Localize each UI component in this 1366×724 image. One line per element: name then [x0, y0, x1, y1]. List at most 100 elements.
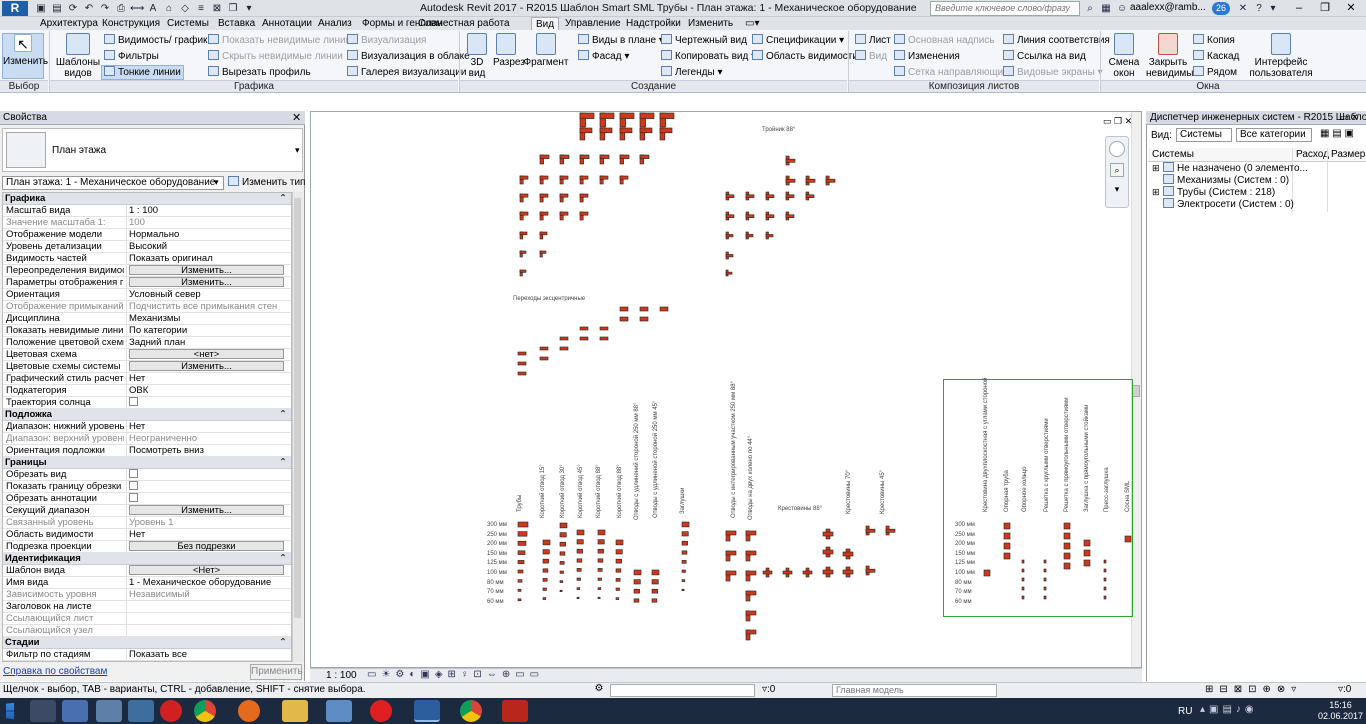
notification-badge[interactable]: 26 — [1212, 2, 1231, 15]
property-edit-button[interactable]: <Нет> — [129, 565, 284, 575]
text-icon[interactable]: A — [146, 2, 160, 15]
property-value[interactable]: Условный север — [126, 289, 291, 300]
close-hidden-button[interactable]: Закрыть невидимые — [1146, 33, 1199, 79]
tab-7[interactable]: Совместная работа — [414, 17, 514, 30]
tab-4[interactable]: Аннотации — [258, 17, 316, 30]
property-value[interactable]: Нормально — [126, 229, 291, 240]
revit-app-icon[interactable] — [414, 700, 440, 722]
type-selector[interactable] — [2, 128, 303, 172]
view-control-icons[interactable]: ▭☀⚙◐▣◈⊞♀⊡⇔⊕▭▭ — [367, 669, 544, 680]
tab-9[interactable]: Управление — [561, 17, 625, 30]
firefox-app-icon[interactable] — [238, 700, 260, 722]
minimize-ribbon-icon[interactable]: ▭▾ — [745, 17, 759, 30]
chrome-app-icon[interactable] — [194, 700, 216, 722]
property-value[interactable]: Нет — [126, 373, 291, 384]
instance-filter-select[interactable]: План этажа: 1 - Механическое оборудовани… — [2, 176, 224, 190]
exchange-icon[interactable]: ✕ — [1236, 2, 1250, 15]
close-hidden-icon[interactable]: ⊠ — [210, 2, 224, 15]
chrome-app-icon[interactable] — [460, 700, 482, 722]
callout-button[interactable]: Фрагмент — [523, 33, 569, 68]
minimize-button[interactable]: – — [1290, 1, 1308, 16]
show-hidden-button[interactable]: Показать невидимые линии — [208, 34, 351, 47]
property-group[interactable]: Идентификация ⌃ — [3, 553, 291, 565]
render-cloud-button[interactable]: Визуализация в облаке — [347, 50, 470, 63]
tab-5[interactable]: Анализ — [314, 17, 356, 30]
property-value[interactable]: Изменить... — [126, 505, 291, 516]
close-icon[interactable]: ✕ — [292, 111, 301, 125]
workset-select[interactable] — [610, 684, 755, 697]
scrollbar-thumb[interactable] — [294, 198, 301, 618]
tab-8[interactable]: Вид — [531, 17, 560, 30]
property-edit-button[interactable]: <нет> — [129, 349, 284, 359]
collapse-icon[interactable]: ⌃ — [279, 457, 287, 468]
collapse-icon[interactable]: ⌃ — [279, 193, 287, 204]
place-view-button[interactable]: Вид — [855, 50, 887, 63]
property-edit-button[interactable]: Изменить... — [129, 265, 284, 275]
selection-control-icons[interactable]: ⊞⊟⊠⊡⊕⊗▿ — [1205, 684, 1302, 695]
tab-10[interactable]: Надстройки — [622, 17, 685, 30]
yandex-app-icon[interactable] — [370, 700, 392, 722]
panel-sheets[interactable]: Композиция листов — [849, 80, 1099, 92]
thin-lines-button[interactable]: Тонкие линии — [101, 65, 184, 80]
property-value[interactable]: Показать все — [126, 649, 291, 660]
col-systems[interactable]: Системы — [1152, 149, 1194, 161]
user-name[interactable]: aaalexx@ramb... — [1130, 2, 1206, 13]
property-edit-button[interactable]: Без подрезки — [129, 541, 284, 551]
search-input[interactable]: Введите ключевое слово/фразу — [930, 1, 1080, 16]
property-checkbox[interactable] — [129, 397, 138, 406]
property-value[interactable]: Без подрезки — [126, 541, 291, 552]
revisions-button[interactable]: Изменения — [894, 50, 960, 63]
system-browser-title[interactable]: Диспетчер инженерных систем - R2015 Шабл… — [1146, 111, 1366, 125]
user-interface-button[interactable]: Интерфейс пользователя — [1248, 33, 1314, 79]
title-block-button[interactable]: Основная надпись — [894, 34, 995, 47]
sync-icon[interactable]: ⟳ — [66, 2, 80, 15]
matchline-button[interactable]: Линия соответствия — [1003, 34, 1110, 47]
property-group[interactable]: Подложка ⌃ — [3, 409, 291, 421]
property-value[interactable] — [126, 397, 291, 408]
drafting-view-button[interactable]: Чертежный вид — [661, 34, 747, 47]
help-dropdown-icon[interactable]: ▾ — [1266, 2, 1280, 15]
measure-icon[interactable]: ⟷ — [130, 2, 144, 15]
system-browser-tool-icons[interactable]: ▦ ▤ ▣ — [1320, 128, 1354, 139]
col-size[interactable]: Размер — [1331, 149, 1365, 161]
sheet-button[interactable]: Лист — [855, 34, 891, 47]
panel-select[interactable]: Выбор — [0, 80, 48, 92]
render-button[interactable]: Визуализация — [347, 34, 426, 47]
worksets-icon[interactable]: ⚙ — [592, 683, 606, 696]
property-value[interactable]: Изменить... — [126, 361, 291, 372]
plan-views-button[interactable]: Виды в плане ▾ — [578, 34, 664, 47]
property-checkbox[interactable] — [129, 469, 138, 478]
open-icon[interactable]: ▣ — [34, 2, 48, 15]
expand-icon[interactable]: ⊞ — [1152, 162, 1163, 174]
switch-windows-icon[interactable]: ❐ — [226, 2, 240, 15]
3d-view-button[interactable]: 3D вид — [463, 33, 491, 79]
property-group[interactable]: Графика ⌃ — [3, 193, 291, 205]
schedules-button[interactable]: Спецификации ▾ — [752, 34, 844, 47]
property-checkbox[interactable] — [129, 481, 138, 490]
tray-icons[interactable]: ▴▣▤♪◉ — [1200, 704, 1258, 715]
edit-type-button[interactable]: Изменить тип — [228, 176, 305, 189]
print-icon[interactable]: ⎙ — [114, 2, 128, 15]
modify-button[interactable]: ↖ Изменить — [2, 33, 48, 79]
property-value[interactable]: Механизмы — [126, 313, 291, 324]
folder-app-icon[interactable] — [282, 700, 308, 722]
property-value[interactable]: <нет> — [126, 349, 291, 360]
viewports-button[interactable]: Видовые экраны ▾ — [1003, 66, 1103, 79]
view-templates-button[interactable]: Шаблоны видов — [55, 33, 101, 79]
opera-app-icon[interactable] — [160, 700, 182, 722]
property-group[interactable]: Границы ⌃ — [3, 457, 291, 469]
elevation-button[interactable]: Фасад ▾ — [578, 50, 629, 63]
property-value[interactable] — [126, 493, 291, 504]
property-value[interactable]: Посмотреть вниз — [126, 445, 291, 456]
app-logo[interactable]: R — [2, 1, 28, 16]
3d-view-icon[interactable]: ⌂ — [162, 2, 176, 15]
property-value[interactable]: Высокий — [126, 241, 291, 252]
tab-2[interactable]: Системы — [163, 17, 213, 30]
cascade-button[interactable]: Каскад — [1193, 50, 1239, 63]
collapse-icon[interactable]: ⌃ — [279, 553, 287, 564]
property-value[interactable]: По категории — [126, 325, 291, 336]
property-value[interactable]: 1 : 100 — [126, 205, 291, 216]
system-tree-item[interactable]: Электросети (Систем : 0) — [1152, 198, 1294, 211]
property-group[interactable]: Стадии ⌃ — [3, 637, 291, 649]
filters-button[interactable]: Фильтры — [104, 50, 159, 63]
